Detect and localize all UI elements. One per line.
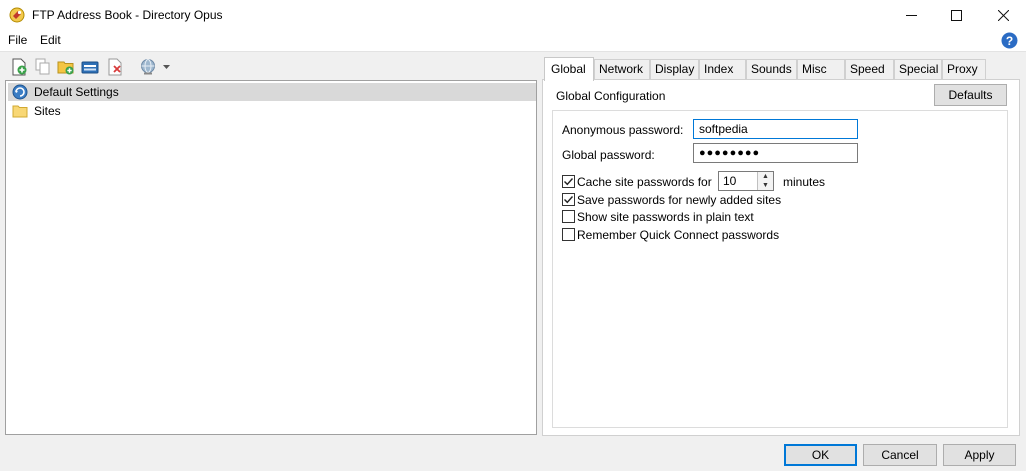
cache-minutes-value: 10 xyxy=(723,174,737,188)
svg-text:?: ? xyxy=(1006,34,1013,48)
cache-passwords-checkbox[interactable] xyxy=(562,175,575,188)
minutes-label: minutes xyxy=(783,175,826,189)
anonymous-password-input[interactable]: softpedia xyxy=(693,119,858,139)
menu-edit[interactable]: Edit xyxy=(40,33,61,47)
window-title: FTP Address Book - Directory Opus xyxy=(32,8,223,22)
defaults-button[interactable]: Defaults xyxy=(934,84,1007,106)
new-folder-icon[interactable] xyxy=(57,58,75,76)
checkmark-icon xyxy=(564,178,574,186)
menu-bar xyxy=(0,31,1026,52)
menu-file[interactable]: File xyxy=(8,33,27,47)
anonymous-password-label: Anonymous password: xyxy=(562,123,684,137)
tab-network[interactable]: Network xyxy=(594,59,650,79)
maximize-icon xyxy=(950,10,962,21)
tab-sounds[interactable]: Sounds xyxy=(746,59,797,79)
save-passwords-label: Save passwords for newly added sites xyxy=(577,193,782,207)
remember-quick-connect-label: Remember Quick Connect passwords xyxy=(577,228,780,242)
chevron-down-icon[interactable] xyxy=(162,64,171,70)
cancel-button[interactable]: Cancel xyxy=(863,444,937,466)
tree-item-sites[interactable]: Sites xyxy=(8,102,536,120)
tree-item-default-settings[interactable]: Default Settings xyxy=(8,83,536,101)
tab-proxy[interactable]: Proxy xyxy=(942,59,986,79)
ok-button[interactable]: OK xyxy=(784,444,857,466)
tab-global[interactable]: Global xyxy=(544,57,594,81)
app-icon xyxy=(9,7,25,23)
tab-special[interactable]: Special xyxy=(894,59,942,79)
close-button[interactable] xyxy=(980,0,1026,31)
settings-globe-icon xyxy=(12,84,28,100)
connect-icon[interactable] xyxy=(81,58,99,76)
maximize-button[interactable] xyxy=(933,0,979,31)
section-heading: Global Configuration xyxy=(556,89,666,103)
folder-icon xyxy=(12,105,28,118)
tab-index[interactable]: Index xyxy=(699,59,746,79)
tab-display[interactable]: Display xyxy=(650,59,699,79)
show-passwords-checkbox[interactable] xyxy=(562,210,575,223)
decrement-button[interactable]: ▼ xyxy=(758,181,773,190)
cache-minutes-stepper[interactable]: 10 ▲ ▼ xyxy=(718,171,774,191)
cache-passwords-label: Cache site passwords for xyxy=(577,175,712,189)
stepper-buttons: ▲ ▼ xyxy=(757,172,773,190)
minimize-button[interactable] xyxy=(888,0,934,31)
help-icon[interactable]: ? xyxy=(1001,32,1018,49)
remember-quick-connect-checkbox[interactable] xyxy=(562,228,575,241)
new-site-icon[interactable] xyxy=(10,58,28,76)
tree-item-label: Default Settings xyxy=(34,85,119,99)
tree-item-label: Sites xyxy=(34,104,61,118)
tab-speed[interactable]: Speed xyxy=(845,59,894,79)
minimize-icon xyxy=(905,15,917,16)
save-passwords-checkbox[interactable] xyxy=(562,193,575,206)
globe-icon[interactable] xyxy=(139,58,157,76)
checkmark-icon xyxy=(564,196,574,204)
site-tree[interactable]: Default Settings Sites xyxy=(5,80,537,435)
copy-icon[interactable] xyxy=(34,58,52,76)
close-icon xyxy=(997,10,1009,21)
apply-button[interactable]: Apply xyxy=(943,444,1016,466)
anonymous-password-value: softpedia xyxy=(699,122,748,136)
global-password-value: ●●●●●●●● xyxy=(699,147,761,159)
delete-icon[interactable] xyxy=(106,58,124,76)
global-password-input[interactable]: ●●●●●●●● xyxy=(693,143,858,163)
show-passwords-label: Show site passwords in plain text xyxy=(577,210,754,224)
tab-misc[interactable]: Misc xyxy=(797,59,845,79)
global-password-label: Global password: xyxy=(562,148,655,162)
